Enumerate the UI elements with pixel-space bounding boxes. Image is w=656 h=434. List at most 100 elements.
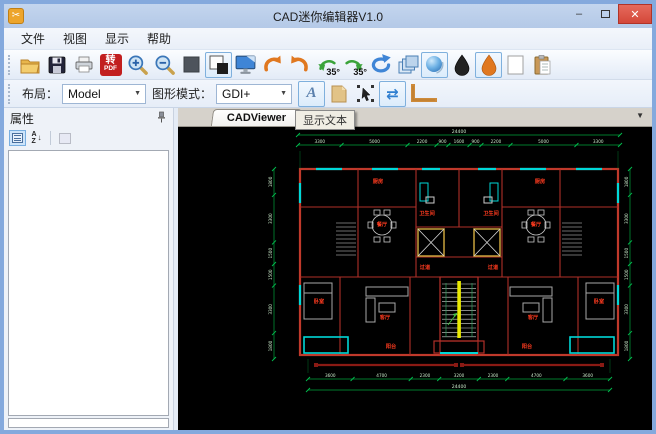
svg-text:阳台: 阳台 (386, 342, 396, 350)
property-pages-button[interactable] (56, 130, 73, 146)
cursor-nodes-icon (355, 83, 377, 105)
black-droplet-icon (450, 53, 474, 77)
layout-select[interactable]: Model ▼ (62, 84, 146, 104)
svg-text:3300: 3300 (268, 213, 273, 224)
chevron-down-icon: ▼ (130, 90, 145, 97)
render-quality-button[interactable] (421, 52, 448, 78)
graphics-mode-label: 图形模式： (152, 85, 212, 102)
show-image-button[interactable] (325, 81, 352, 107)
background-dark-button[interactable] (178, 52, 205, 78)
maximize-button[interactable] (592, 4, 618, 23)
cad-canvas[interactable]: 3300500022009001600900220050003300244003… (178, 127, 652, 430)
sort-alphabetical-button[interactable]: AZ↓ (28, 130, 45, 146)
svg-text:客厅: 客厅 (527, 313, 539, 321)
svg-text:1600: 1600 (454, 139, 465, 144)
properties-header: 属性 (4, 108, 173, 128)
pdf-icon: 转PDF (100, 54, 122, 76)
svg-text:阳台: 阳台 (522, 342, 532, 350)
open-button[interactable] (16, 52, 43, 78)
save-button[interactable] (43, 52, 70, 78)
svg-text:24400: 24400 (452, 384, 467, 390)
printer-icon (72, 53, 96, 77)
close-button[interactable]: ✕ (618, 4, 652, 24)
print-button[interactable] (70, 52, 97, 78)
svg-text:3300: 3300 (268, 304, 273, 315)
image-page-icon (328, 83, 350, 105)
layers-button[interactable] (394, 52, 421, 78)
pin-icon (156, 111, 167, 123)
zoom-in-icon (125, 52, 151, 78)
open-folder-icon (18, 53, 42, 77)
export-pdf-button[interactable]: 转PDF (97, 52, 124, 78)
property-pages-icon (59, 133, 71, 144)
zoom-out-icon (152, 52, 178, 78)
rotate-left-angle: 35° (326, 68, 340, 77)
clipboard-icon (531, 53, 555, 77)
svg-text:1500: 1500 (268, 248, 273, 259)
line-weight-button[interactable] (406, 81, 440, 107)
toolbar2-grip[interactable] (8, 84, 13, 104)
svg-text:1500: 1500 (624, 248, 629, 259)
svg-text:1800: 1800 (624, 176, 629, 187)
svg-text:1500: 1500 (268, 269, 273, 280)
graphics-mode-select[interactable]: GDI+ ▼ (216, 84, 292, 104)
blank-page-button[interactable] (502, 52, 529, 78)
svg-text:1500: 1500 (624, 269, 629, 280)
ink-black-button[interactable] (448, 52, 475, 78)
categorized-icon (12, 133, 23, 143)
zoom-in-button[interactable] (124, 52, 151, 78)
menu-bar: 文件 视图 显示 帮助 (4, 28, 652, 50)
window-title: CAD迷你编辑器V1.0 (4, 8, 652, 25)
menu-view[interactable]: 视图 (54, 28, 96, 49)
redo-button[interactable] (286, 52, 313, 78)
tooltip-show-text: 显示文本 (295, 110, 355, 130)
menu-help[interactable]: 帮助 (138, 28, 180, 49)
tab-bar: CADViewer ▼ (178, 108, 652, 127)
zoom-out-button[interactable] (151, 52, 178, 78)
blue-sphere-icon (423, 53, 447, 77)
svg-text:卧室: 卧室 (314, 297, 324, 305)
menu-file[interactable]: 文件 (12, 28, 54, 49)
svg-text:餐厅: 餐厅 (530, 220, 542, 228)
tab-list-button[interactable]: ▼ (636, 111, 644, 120)
rotate-right-35-button[interactable]: 35° (340, 52, 367, 78)
node-select-button[interactable] (352, 81, 379, 107)
tab-cadviewer[interactable]: CADViewer (211, 109, 302, 126)
properties-list[interactable] (8, 150, 169, 416)
minimize-button[interactable]: – (566, 4, 592, 23)
fit-screen-button[interactable] (232, 52, 259, 78)
redo-arrow-icon (287, 52, 312, 77)
sort-az-icon: AZ↓ (31, 131, 41, 145)
elevator-shafts (418, 229, 500, 256)
graphics-mode-value: GDI+ (222, 87, 250, 101)
categorized-button[interactable] (9, 130, 26, 146)
title-bar: ✂ CAD迷你编辑器V1.0 – ✕ (4, 4, 652, 28)
svg-text:3300: 3300 (314, 139, 325, 144)
pin-button[interactable] (156, 111, 167, 126)
viewer-area: CADViewer ▼ 显示文本 (178, 108, 652, 430)
show-text-button[interactable]: A (298, 81, 325, 107)
svg-text:3200: 3200 (454, 373, 465, 378)
toolbar-separator (50, 131, 51, 145)
rotate-left-35-button[interactable]: 35° (313, 52, 340, 78)
ink-color-button[interactable] (475, 52, 502, 78)
undo-button[interactable] (259, 52, 286, 78)
paste-button[interactable] (529, 52, 556, 78)
svg-text:1800: 1800 (268, 340, 273, 351)
layout-value: Model (68, 87, 101, 101)
svg-text:2300: 2300 (488, 373, 499, 378)
content-area: 属性 AZ↓ CADViewer ▼ 显示文本 (4, 108, 652, 430)
toolbar-grip[interactable] (8, 55, 13, 75)
menu-display[interactable]: 显示 (96, 28, 138, 49)
svg-text:24400: 24400 (452, 129, 467, 135)
svg-text:2200: 2200 (417, 139, 428, 144)
properties-title: 属性 (10, 110, 34, 127)
letter-a-icon: A (307, 85, 317, 102)
svg-text:过道: 过道 (420, 263, 431, 271)
svg-text:900: 900 (439, 139, 447, 144)
svg-text:900: 900 (471, 139, 479, 144)
swap-colors-button[interactable]: ⇄ (379, 81, 406, 107)
rotate-view-button[interactable] (367, 52, 394, 78)
central-staircase (440, 277, 478, 341)
background-toggle-button[interactable] (205, 52, 232, 78)
